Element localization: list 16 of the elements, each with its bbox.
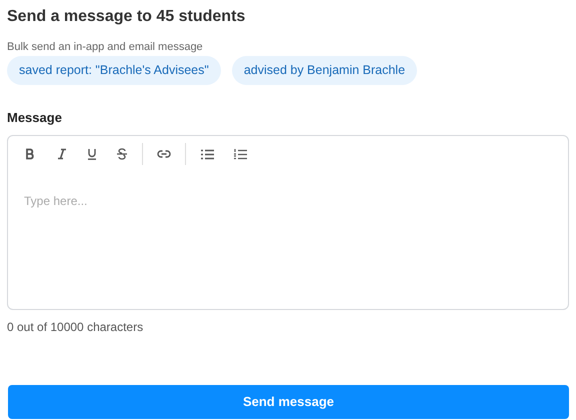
filter-chip: saved report: "Brachle's Advisees" [7,56,221,85]
filter-chip: advised by Benjamin Brachle [232,56,418,85]
bulleted-list-icon[interactable] [201,148,214,160]
message-editor[interactable]: Type here... [7,135,569,310]
link-icon[interactable] [157,149,171,159]
dialog-title: Send a message to 45 students [7,7,246,27]
message-input[interactable]: Type here... [8,172,568,309]
strikethrough-icon[interactable] [116,148,128,160]
numbered-list-icon[interactable] [234,148,247,160]
message-label: Message [7,109,63,127]
italic-icon[interactable] [56,148,68,160]
send-message-button[interactable]: Send message [8,385,569,419]
character-counter: 0 out of 10000 characters [7,319,144,335]
bold-icon[interactable] [24,148,36,160]
subtitle: Bulk send an in-app and email message [7,40,204,54]
underline-icon[interactable] [86,148,98,160]
